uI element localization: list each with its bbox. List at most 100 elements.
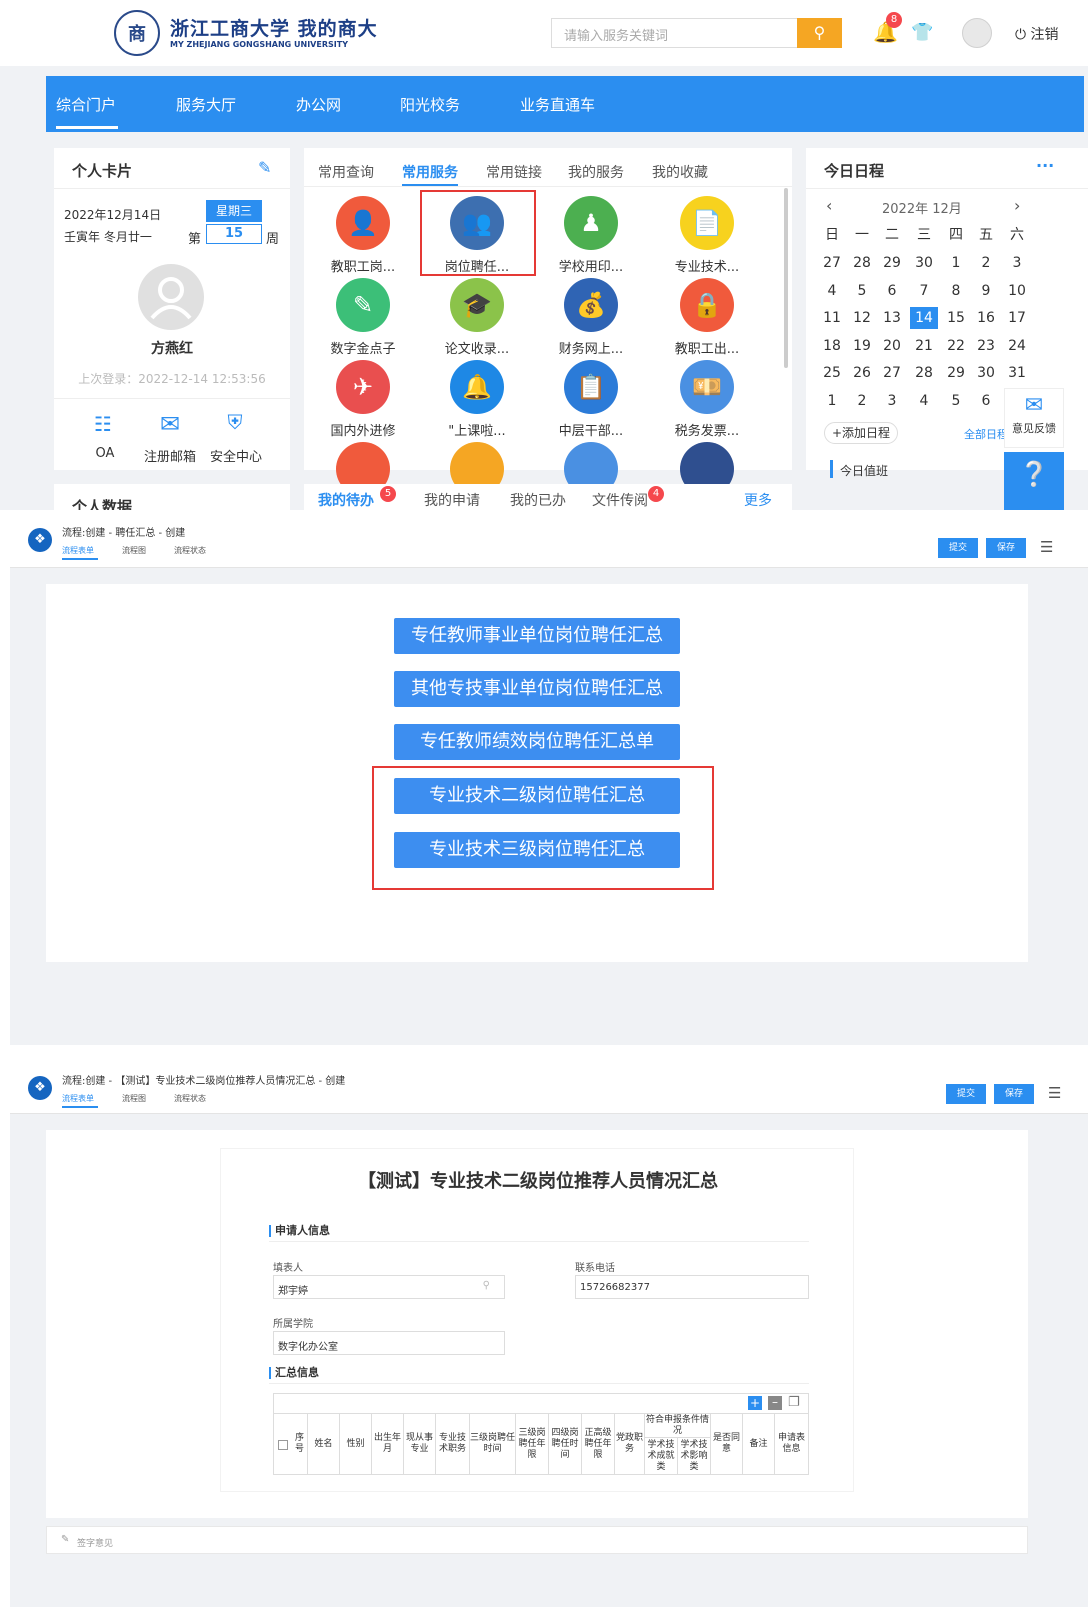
- service-item[interactable]: 💴 税务发票...: [652, 360, 762, 439]
- service-item[interactable]: ✎ 数字金点子: [308, 278, 418, 357]
- oa-icon[interactable]: ☷: [90, 412, 116, 436]
- tab-my-todo[interactable]: 我的待办: [318, 490, 374, 510]
- feedback-button[interactable]: ✉ 意见反馈: [1004, 388, 1064, 448]
- calendar-day[interactable]: 2: [972, 252, 1000, 274]
- service-search-input[interactable]: 请输入服务关键词: [551, 18, 798, 48]
- calendar-day[interactable]: 24: [1003, 335, 1031, 357]
- scrollbar[interactable]: [784, 188, 788, 368]
- nav-item-office[interactable]: 办公网: [296, 94, 341, 115]
- calendar-day[interactable]: 1: [942, 252, 970, 274]
- service-item[interactable]: ✈ 国内外进修: [308, 360, 418, 439]
- tab-common-links[interactable]: 常用链接: [486, 162, 542, 182]
- next-month-icon[interactable]: ›: [1014, 196, 1020, 215]
- calendar-day[interactable]: 31: [1003, 362, 1031, 384]
- calendar-day[interactable]: 8: [942, 280, 970, 302]
- logout-button[interactable]: ⏻ 注销: [1015, 24, 1059, 44]
- tab-my-services[interactable]: 我的服务: [568, 162, 624, 182]
- calendar-day[interactable]: 16: [972, 307, 1000, 329]
- link-security[interactable]: 安全中心: [208, 446, 264, 465]
- submit-button[interactable]: 提交: [938, 538, 978, 558]
- link-mail[interactable]: 注册邮箱: [142, 446, 198, 465]
- user-avatar[interactable]: [962, 18, 992, 48]
- calendar-day[interactable]: 17: [1003, 307, 1031, 329]
- calendar-day[interactable]: 20: [878, 335, 906, 357]
- submit-button[interactable]: 提交: [946, 1084, 986, 1104]
- tab-my-done[interactable]: 我的已办: [510, 490, 566, 510]
- calendar-day[interactable]: 6: [878, 280, 906, 302]
- tab-file-circulation[interactable]: 文件传阅: [592, 490, 648, 510]
- add-schedule-button[interactable]: +添加日程: [824, 422, 898, 444]
- tshirt-icon[interactable]: 👕: [911, 22, 933, 43]
- tab-common-query[interactable]: 常用查询: [318, 162, 374, 182]
- calendar-day[interactable]: 29: [878, 252, 906, 274]
- tab-common-services[interactable]: 常用服务: [402, 162, 458, 182]
- service-item[interactable]: 👤 教职工岗...: [308, 196, 418, 275]
- tab-flow-status[interactable]: 流程状态: [174, 545, 206, 556]
- calendar-day[interactable]: 3: [1003, 252, 1031, 274]
- calendar-day[interactable]: 18: [818, 335, 846, 357]
- option-fulltime-teacher[interactable]: 专任教师事业单位岗位聘任汇总: [394, 618, 680, 654]
- calendar-day[interactable]: 14: [910, 307, 938, 329]
- phone-input[interactable]: 15726682377: [575, 1275, 809, 1299]
- mail-icon[interactable]: ✉: [154, 410, 186, 438]
- save-button[interactable]: 保存: [994, 1084, 1034, 1104]
- save-button[interactable]: 保存: [986, 538, 1026, 558]
- tab-my-favorites[interactable]: 我的收藏: [652, 162, 708, 182]
- calendar-day[interactable]: 10: [1003, 280, 1031, 302]
- calendar-day[interactable]: 29: [942, 362, 970, 384]
- tab-flow-form[interactable]: 流程表单: [62, 545, 94, 556]
- filler-input[interactable]: 郑宇婷 ⚲: [273, 1275, 505, 1299]
- nav-item-portal[interactable]: 综合门户: [56, 94, 116, 115]
- add-row-icon[interactable]: +: [748, 1396, 762, 1410]
- calendar-day[interactable]: 2: [848, 390, 876, 412]
- service-item[interactable]: 🎓 论文收录...: [422, 278, 532, 357]
- tab-flow-status[interactable]: 流程状态: [174, 1093, 206, 1104]
- calendar-day[interactable]: 19: [848, 335, 876, 357]
- remove-row-icon[interactable]: –: [768, 1396, 782, 1410]
- calendar-day[interactable]: 30: [910, 252, 938, 274]
- calendar-day[interactable]: 26: [848, 362, 876, 384]
- calendar-day[interactable]: 21: [910, 335, 938, 357]
- search-button[interactable]: ⚲: [797, 18, 842, 48]
- calendar-day[interactable]: 30: [972, 362, 1000, 384]
- nav-item-business[interactable]: 业务直通车: [520, 94, 595, 115]
- calendar-day[interactable]: 25: [818, 362, 846, 384]
- service-item[interactable]: 📄 专业技术...: [652, 196, 762, 275]
- service-item[interactable]: 🔒 教职工出...: [652, 278, 762, 357]
- calendar-day[interactable]: 27: [818, 252, 846, 274]
- calendar-day[interactable]: 12: [848, 307, 876, 329]
- tab-my-applications[interactable]: 我的申请: [424, 490, 480, 510]
- menu-icon[interactable]: ☰: [1040, 538, 1053, 556]
- all-schedule-link[interactable]: 全部日程: [964, 426, 1008, 442]
- service-item[interactable]: 🔔 "上课啦...: [422, 360, 532, 439]
- college-input[interactable]: 数字化办公室: [273, 1331, 505, 1355]
- calendar-day[interactable]: 23: [972, 335, 1000, 357]
- link-oa[interactable]: OA: [90, 446, 120, 461]
- calendar-day[interactable]: 27: [878, 362, 906, 384]
- help-button[interactable]: ❔: [1004, 452, 1064, 510]
- service-item[interactable]: 💰 财务网上...: [536, 278, 646, 357]
- search-icon[interactable]: ⚲: [483, 1280, 490, 1291]
- tab-flow-form[interactable]: 流程表单: [62, 1093, 94, 1104]
- select-all-checkbox[interactable]: [278, 1440, 288, 1450]
- calendar-day[interactable]: 13: [878, 307, 906, 329]
- calendar-day[interactable]: 7: [910, 280, 938, 302]
- option-performance[interactable]: 专任教师绩效岗位聘任汇总单: [394, 724, 680, 760]
- logo-title[interactable]: 浙江工商大学 我的商大: [170, 14, 378, 41]
- calendar-day[interactable]: 9: [972, 280, 1000, 302]
- calendar-day[interactable]: 11: [818, 307, 846, 329]
- calendar-day[interactable]: 22: [942, 335, 970, 357]
- tab-flow-chart[interactable]: 流程图: [122, 545, 146, 556]
- calendar-day[interactable]: 3: [878, 390, 906, 412]
- nav-item-sunshine[interactable]: 阳光校务: [400, 94, 460, 115]
- opinion-bar[interactable]: ✎ 签字意见: [46, 1526, 1028, 1554]
- tab-flow-chart[interactable]: 流程图: [122, 1093, 146, 1104]
- calendar-day[interactable]: 5: [848, 280, 876, 302]
- more-icon[interactable]: ···: [1036, 156, 1054, 175]
- service-item[interactable]: ♟ 学校用印...: [536, 196, 646, 275]
- calendar-day[interactable]: 6: [972, 390, 1000, 412]
- calendar-day[interactable]: 15: [942, 307, 970, 329]
- todo-more-link[interactable]: 更多: [744, 490, 772, 510]
- service-item[interactable]: 📋 中层干部...: [536, 360, 646, 439]
- calendar-day[interactable]: 5: [942, 390, 970, 412]
